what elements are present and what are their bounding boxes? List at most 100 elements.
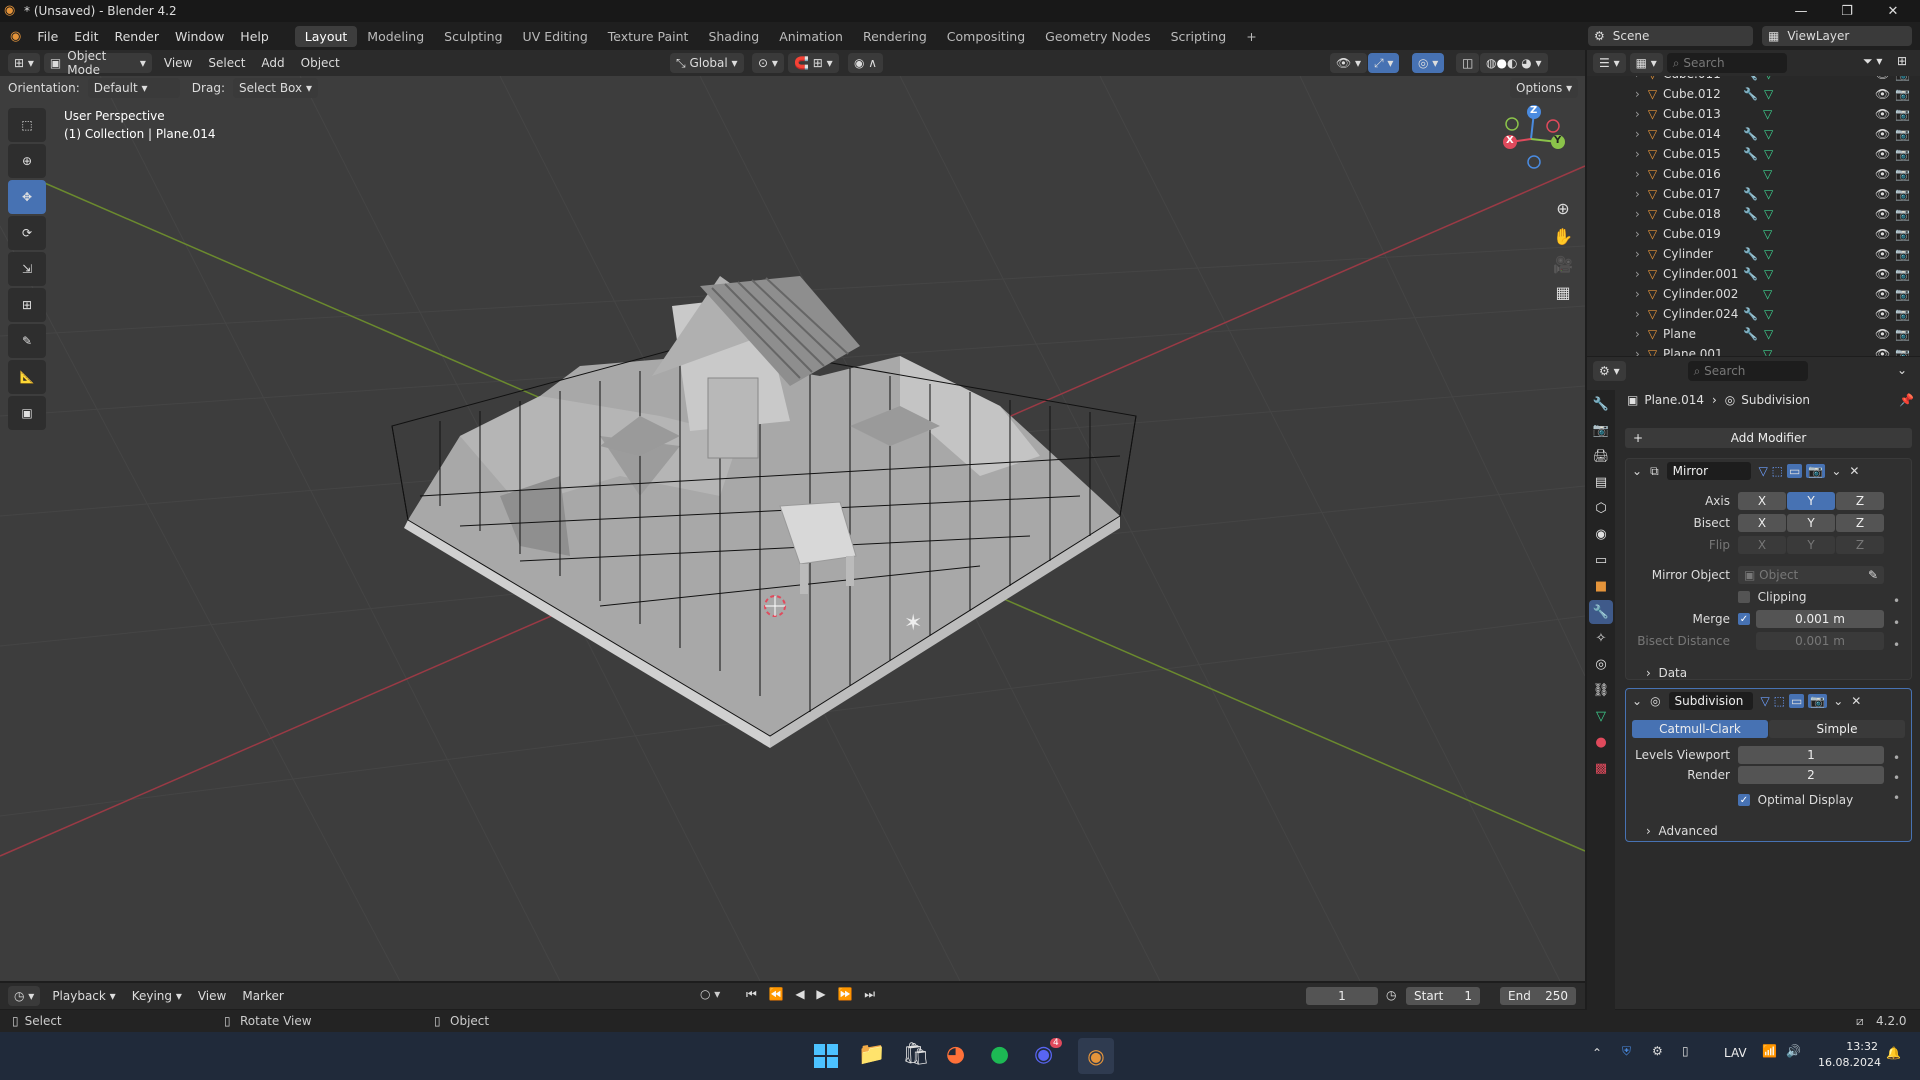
outliner-search-input[interactable]: ⌕ Search: [1666, 53, 1787, 73]
visibility-eye-icon[interactable]: 👁: [1875, 267, 1890, 281]
wifi-icon[interactable]: 📶: [1762, 1044, 1777, 1058]
modifier-wrench-icon[interactable]: 🔧: [1743, 147, 1758, 161]
bisect-y-toggle[interactable]: Y: [1787, 514, 1835, 532]
rotate-tool-icon[interactable]: ⟳: [8, 216, 46, 250]
expand-arrow-icon[interactable]: ›: [1635, 167, 1640, 181]
outliner-item[interactable]: › ▽ Cylinder.002 ▽ 👁 📷: [1587, 284, 1920, 304]
proportional-edit-toggle[interactable]: ◉ ∧: [848, 53, 884, 73]
playback-controls[interactable]: ⏮ ⏪ ◀ ▶ ⏩ ⏭: [746, 987, 879, 1002]
preview-range-icon[interactable]: ◷: [1386, 988, 1396, 1002]
render-camera-icon[interactable]: 📷: [1895, 187, 1910, 201]
render-toggle-icon[interactable]: 📷: [1808, 694, 1828, 708]
tab-uv-editing[interactable]: UV Editing: [513, 26, 598, 47]
mesh-data-icon[interactable]: ▽: [1763, 287, 1772, 301]
annotate-tool-icon[interactable]: ✎: [8, 324, 46, 358]
overlay-toggle[interactable]: ◎ ▾: [1412, 53, 1445, 73]
tab-modeling[interactable]: Modeling: [357, 26, 434, 47]
add-cube-tool-icon[interactable]: ▣: [8, 396, 46, 430]
viewport-canvas[interactable]: ✶: [0, 76, 1585, 981]
tray-device-icon[interactable]: ▯: [1682, 1044, 1689, 1058]
modifier-wrench-icon[interactable]: 🔧: [1743, 87, 1758, 101]
blender-taskbar-icon[interactable]: ◉: [1078, 1038, 1114, 1074]
editmode-toggle-icon[interactable]: ▽ ⬚: [1759, 464, 1783, 478]
render-toggle-icon[interactable]: 📷: [1806, 464, 1826, 478]
scale-tool-icon[interactable]: ⇲: [8, 252, 46, 286]
visibility-eye-icon[interactable]: 👁: [1875, 107, 1890, 121]
render-camera-icon[interactable]: 📷: [1895, 267, 1910, 281]
clipping-check-icon[interactable]: [1738, 591, 1750, 603]
mesh-data-icon[interactable]: ▽: [1764, 147, 1773, 161]
data-tab-icon[interactable]: ▽: [1589, 704, 1613, 728]
texture-tab-icon[interactable]: ▩: [1589, 756, 1613, 780]
expand-arrow-icon[interactable]: ›: [1635, 147, 1640, 161]
store-icon[interactable]: 🛍: [902, 1042, 930, 1067]
visibility-eye-icon[interactable]: 👁: [1875, 76, 1890, 81]
modifier-wrench-icon[interactable]: 🔧: [1743, 76, 1758, 81]
expand-arrow-icon[interactable]: ›: [1635, 307, 1640, 321]
render-camera-icon[interactable]: 📷: [1895, 287, 1910, 301]
menu-keying[interactable]: Keying ▾: [124, 989, 190, 1003]
firefox-icon[interactable]: ◕: [946, 1042, 965, 1067]
visibility-eye-icon[interactable]: 👁: [1875, 187, 1890, 201]
visibility-eye-icon[interactable]: 👁: [1875, 307, 1890, 321]
menu-timeline-view[interactable]: View: [190, 989, 234, 1003]
tool-tab-icon[interactable]: 🔧: [1589, 392, 1613, 416]
outliner-item[interactable]: › ▽ Cube.013 ▽ 👁 📷: [1587, 104, 1920, 124]
expand-arrow-icon[interactable]: ›: [1635, 327, 1640, 341]
clock-date[interactable]: 16.08.2024: [1818, 1056, 1881, 1069]
outliner-item[interactable]: › ▽ Plane 🔧 ▽ 👁 📷: [1587, 324, 1920, 344]
mesh-data-icon[interactable]: ▽: [1763, 347, 1772, 356]
render-tab-icon[interactable]: 📷: [1589, 418, 1613, 442]
visibility-eye-icon[interactable]: 👁: [1875, 247, 1890, 261]
menu-help[interactable]: Help: [232, 29, 277, 44]
axis-y-toggle[interactable]: Y: [1787, 492, 1835, 510]
simple-toggle[interactable]: Simple: [1769, 720, 1905, 738]
merge-distance-field[interactable]: 0.001 m: [1756, 610, 1884, 628]
menu-object[interactable]: Object: [293, 56, 348, 70]
close-button[interactable]: ✕: [1870, 0, 1916, 22]
perspective-grid-icon[interactable]: ▦: [1548, 278, 1578, 306]
clock-time[interactable]: 13:32: [1838, 1040, 1878, 1053]
mesh-data-icon[interactable]: ▽: [1763, 107, 1772, 121]
drag-dropdown[interactable]: Select Box ▾: [232, 78, 318, 98]
tab-scripting[interactable]: Scripting: [1161, 26, 1237, 47]
menu-marker[interactable]: Marker: [234, 989, 291, 1003]
modifier-wrench-icon[interactable]: 🔧: [1743, 127, 1758, 141]
zoom-icon[interactable]: ⊕: [1548, 194, 1578, 222]
bisect-x-toggle[interactable]: X: [1738, 514, 1786, 532]
camera-view-icon[interactable]: 🎥: [1548, 250, 1578, 278]
mesh-data-icon[interactable]: ▽: [1764, 207, 1773, 221]
expand-arrow-icon[interactable]: ›: [1635, 87, 1640, 101]
modifier-menu-icon[interactable]: ⌄: [1833, 694, 1843, 708]
outliner-item[interactable]: › ▽ Cylinder.024 🔧 ▽ 👁 📷: [1587, 304, 1920, 324]
physics-tab-icon[interactable]: ◎: [1589, 652, 1613, 676]
expand-arrow-icon[interactable]: ›: [1635, 247, 1640, 261]
catmull-clark-toggle[interactable]: Catmull-Clark: [1632, 720, 1768, 738]
mesh-data-icon[interactable]: ▽: [1764, 87, 1773, 101]
render-camera-icon[interactable]: 📷: [1895, 147, 1910, 161]
material-tab-icon[interactable]: ●: [1589, 730, 1613, 754]
expand-arrow-icon[interactable]: ›: [1635, 227, 1640, 241]
viewport-toggle-icon[interactable]: ▭: [1788, 694, 1805, 708]
options-dropdown[interactable]: Options ▾: [1510, 78, 1579, 98]
tab-texture-paint[interactable]: Texture Paint: [598, 26, 699, 47]
add-modifier-button[interactable]: + Add Modifier: [1625, 428, 1912, 448]
minimize-button[interactable]: —: [1778, 0, 1824, 22]
outliner-item[interactable]: › ▽ Cube.011🔧 ▽ 👁 📷: [1587, 76, 1920, 84]
axis-x-toggle[interactable]: X: [1738, 492, 1786, 510]
expand-arrow-icon[interactable]: ›: [1635, 207, 1640, 221]
bisect-distance-field[interactable]: 0.001 m: [1756, 632, 1884, 650]
mesh-data-icon[interactable]: ▽: [1764, 267, 1773, 281]
outliner-editor-type[interactable]: ☰ ▾: [1593, 53, 1626, 73]
tab-animation[interactable]: Animation: [769, 26, 853, 47]
expand-arrow-icon[interactable]: ›: [1635, 347, 1640, 356]
tab-compositing[interactable]: Compositing: [937, 26, 1035, 47]
auto-key-icon[interactable]: ○ ▾: [700, 987, 720, 1001]
visibility-eye-icon[interactable]: 👁: [1875, 207, 1890, 221]
render-camera-icon[interactable]: 📷: [1895, 247, 1910, 261]
volume-icon[interactable]: 🔊: [1786, 1044, 1801, 1058]
constraints-tab-icon[interactable]: ⛓: [1589, 678, 1613, 702]
transform-tool-icon[interactable]: ⊞: [8, 288, 46, 322]
pin-icon[interactable]: 📌: [1899, 393, 1914, 407]
move-tool-icon[interactable]: ✥: [8, 180, 46, 214]
